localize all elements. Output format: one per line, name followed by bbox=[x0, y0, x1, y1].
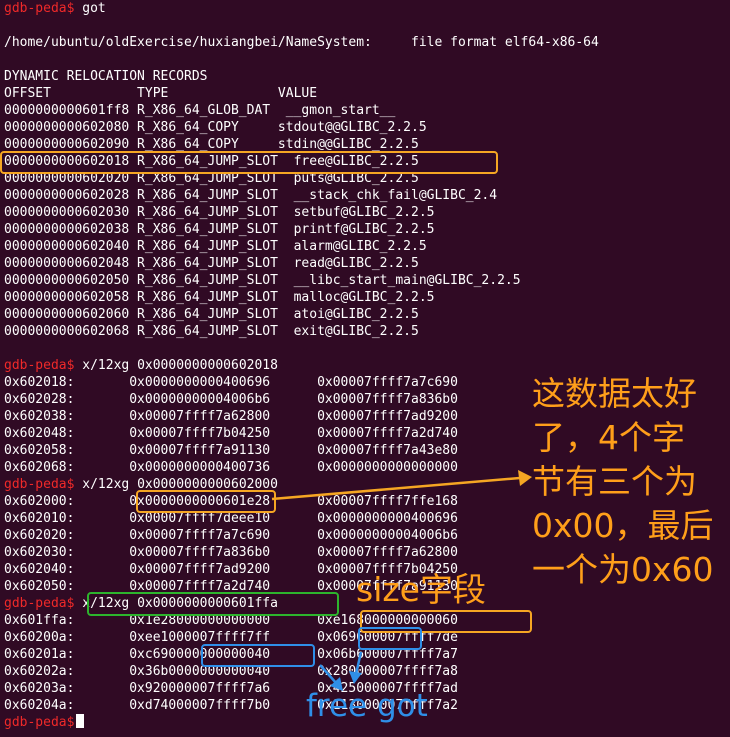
memory-row: 0x602010: 0x00007ffff7deee10 0x000000000… bbox=[4, 511, 458, 526]
memory-row: 0x60203a: 0x920000007ffff7a6 0x425000007… bbox=[4, 681, 458, 696]
prompt-line-dump2: gdb-peda$ x/12xg 0x0000000000602000 bbox=[4, 476, 278, 493]
memory-row: 0x602028: 0x00000000004006b6 0x00007ffff… bbox=[4, 392, 458, 407]
reloc-row: 0000000000602060 R_X86_64_JUMP_SLOT atoi… bbox=[4, 307, 419, 322]
memory-row: 0x602020: 0x00007ffff7a7c690 0x000000000… bbox=[4, 528, 458, 543]
memory-row: 0x602068: 0x0000000000400736 0x000000000… bbox=[4, 460, 458, 475]
reloc-row-free: 0000000000602018 R_X86_64_JUMP_SLOT free… bbox=[4, 154, 419, 169]
prompt-line-dump3: gdb-peda$ x/12xg 0x0000000000601ffa bbox=[4, 595, 278, 612]
memory-row: 0x60200a: 0xee1000007ffff7ff 0x069600007… bbox=[4, 630, 458, 645]
memory-row: 0x602018: 0x0000000000400696 0x00007ffff… bbox=[4, 375, 458, 390]
memory-row: 0x602050: 0x00007ffff7a2d740 0x00007ffff… bbox=[4, 579, 458, 594]
reloc-row: 0000000000602028 R_X86_64_JUMP_SLOT __st… bbox=[4, 188, 498, 203]
prompt: gdb-peda$ bbox=[4, 477, 75, 492]
reloc-title: DYNAMIC RELOCATION RECORDS bbox=[4, 69, 208, 84]
reloc-columns: OFFSET TYPE VALUE bbox=[4, 86, 318, 101]
memory-row: 0x60201a: 0xc690000000000040 0x06b600007… bbox=[4, 647, 458, 662]
reloc-row: 0000000000602058 R_X86_64_JUMP_SLOT mall… bbox=[4, 290, 435, 305]
command-text: got bbox=[74, 1, 106, 16]
memory-row: 0x602000: 0x0000000000601e28 0x00007ffff… bbox=[4, 494, 458, 509]
command-text: x/12xg 0x0000000000602000 bbox=[74, 477, 278, 492]
command-text: x/12xg 0x0000000000602018 bbox=[74, 358, 278, 373]
prompt: gdb-peda$ bbox=[4, 1, 75, 16]
memory-row: 0x602030: 0x00007ffff7a836b0 0x00007ffff… bbox=[4, 545, 458, 560]
prompt: gdb-peda$ bbox=[4, 596, 75, 611]
reloc-row: 0000000000602050 R_X86_64_JUMP_SLOT __li… bbox=[4, 273, 521, 288]
memory-row: 0x60202a: 0x36b0000000000040 0x280000007… bbox=[4, 664, 458, 679]
reloc-row: 0000000000602090 R_X86_64_COPY stdin@@GL… bbox=[4, 137, 419, 152]
reloc-row: 0000000000602020 R_X86_64_JUMP_SLOT puts… bbox=[4, 171, 419, 186]
annotation-main-note: 这数据太好 了，4个字 节有三个为 0x00，最后 一个为0x60 bbox=[532, 374, 714, 589]
reloc-row: 0000000000602040 R_X86_64_JUMP_SLOT alar… bbox=[4, 239, 427, 254]
file-format-header: /home/ubuntu/oldExercise/huxiangbei/Name… bbox=[4, 35, 599, 50]
command-text: x/12xg 0x0000000000601ffa bbox=[74, 596, 278, 611]
reloc-row: 0000000000602038 R_X86_64_JUMP_SLOT prin… bbox=[4, 222, 435, 237]
reloc-row: 0000000000602030 R_X86_64_JUMP_SLOT setb… bbox=[4, 205, 435, 220]
memory-row: 0x602058: 0x00007ffff7a91130 0x00007ffff… bbox=[4, 443, 458, 458]
reloc-row: 0000000000602068 R_X86_64_JUMP_SLOT exit… bbox=[4, 324, 419, 339]
text-cursor bbox=[76, 714, 85, 728]
reloc-row: 0000000000602080 R_X86_64_COPY stdout@@G… bbox=[4, 120, 427, 135]
reloc-row: 0000000000601ff8 R_X86_64_GLOB_DAT __gmo… bbox=[4, 103, 396, 118]
terminal-window[interactable]: gdb-peda$ got /home/ubuntu/oldExercise/h… bbox=[0, 0, 730, 737]
memory-row: 0x60204a: 0xd74000007ffff7b0 0x113000007… bbox=[4, 698, 458, 713]
prompt: gdb-peda$ bbox=[4, 715, 75, 730]
memory-row: 0x602040: 0x00007ffff7ad9200 0x00007ffff… bbox=[4, 562, 458, 577]
memory-row: 0x602048: 0x00007ffff7b04250 0x00007ffff… bbox=[4, 426, 458, 441]
prompt-line-got: gdb-peda$ got bbox=[4, 0, 106, 17]
memory-row: 0x601ffa: 0x1e28000000000000 0xe16800000… bbox=[4, 613, 458, 628]
reloc-row: 0000000000602048 R_X86_64_JUMP_SLOT read… bbox=[4, 256, 419, 271]
prompt-line-dump1: gdb-peda$ x/12xg 0x0000000000602018 bbox=[4, 357, 278, 374]
memory-row: 0x602038: 0x00007ffff7a62800 0x00007ffff… bbox=[4, 409, 458, 424]
prompt: gdb-peda$ bbox=[4, 358, 75, 373]
prompt-line-current[interactable]: gdb-peda$ bbox=[4, 714, 85, 731]
